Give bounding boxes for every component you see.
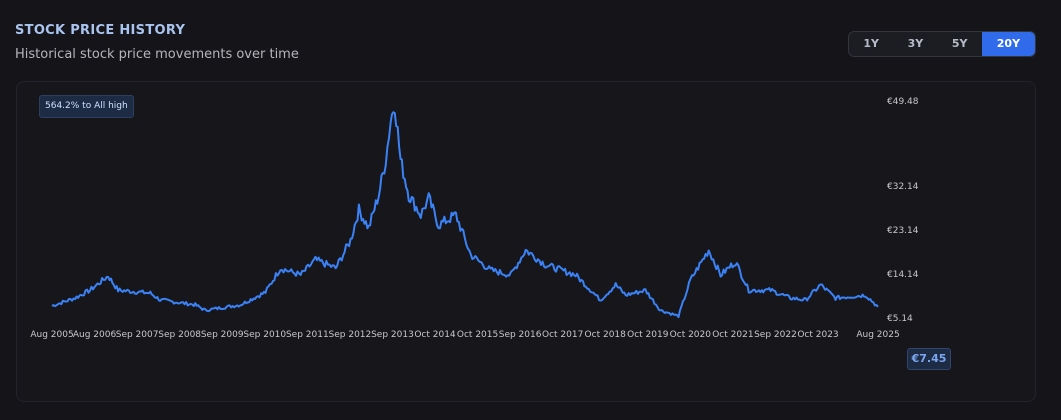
x-tick-label: Sep 2011 [286, 330, 329, 340]
y-tick-label: €5.14 [887, 314, 913, 324]
all-time-high-badge: 564.2% to All high [39, 95, 134, 118]
price-chart: €49.48€32.14€23.14€14.14€5.14Aug 2005 Aug… [30, 97, 919, 340]
x-tick-label: Sep 2007 [116, 330, 159, 340]
x-tick-label: Sep 2009 [201, 330, 244, 340]
x-tick-label: Aug 2005 [30, 330, 73, 340]
x-tick-label: Oct 2019 [627, 330, 669, 340]
x-tick-label: Oct 2023 [797, 330, 838, 340]
x-tick-label: Sep 2012 [329, 330, 372, 340]
x-tick-label: Oct 2015 [457, 330, 498, 340]
y-tick-label: €49.48 [887, 97, 919, 107]
y-tick-label: €32.14 [887, 182, 919, 192]
x-tick-label: Oct 2017 [542, 330, 583, 340]
x-tick-label: Sep 2016 [499, 330, 542, 340]
price-line [51, 111, 879, 319]
y-tick-label: €14.14 [887, 270, 919, 280]
x-tick-label: Oct 2018 [585, 330, 627, 340]
x-tick-label: Sep 2008 [158, 330, 201, 340]
x-tick-label: Aug 2006 [73, 330, 117, 340]
x-tick-label: Sep 2022 [754, 330, 797, 340]
x-tick-label: Oct 2021 [712, 330, 753, 340]
x-tick-label: Sep 2010 [243, 330, 286, 340]
x-tick-label: Sep 2013 [371, 330, 414, 340]
y-tick-label: €23.14 [887, 226, 919, 236]
x-tick-label: Oct 2020 [670, 330, 712, 340]
current-price-badge: €7.45 [907, 348, 951, 370]
x-tick-label: Aug 2025 [856, 330, 899, 340]
x-tick-label: Oct 2014 [414, 330, 456, 340]
